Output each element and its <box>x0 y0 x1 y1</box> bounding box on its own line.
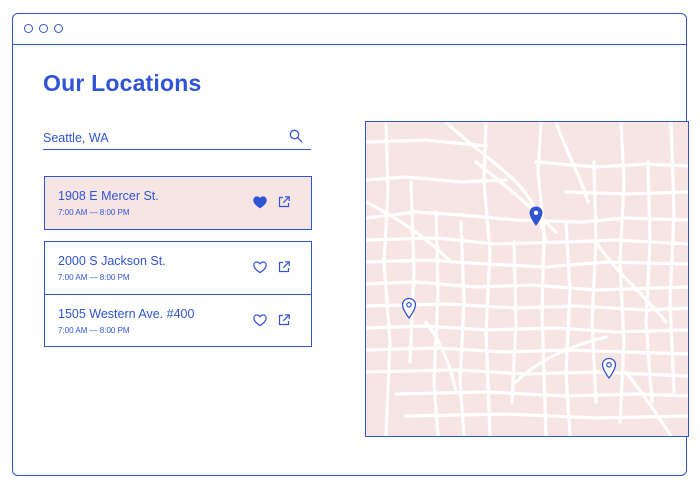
browser-window: Our Locations 1908 E Mercer St. 7:00 AM … <box>12 13 689 476</box>
location-item[interactable]: 1908 E Mercer St. 7:00 AM — 8:00 PM <box>45 177 311 229</box>
search-icon[interactable] <box>289 129 303 143</box>
location-hours: 7:00 AM — 8:00 PM <box>58 326 130 335</box>
location-hours: 7:00 AM — 8:00 PM <box>58 208 130 217</box>
map[interactable] <box>365 121 689 437</box>
external-link-icon[interactable] <box>276 259 292 275</box>
window-control-dot[interactable] <box>24 24 33 33</box>
search-bar <box>43 129 311 150</box>
window-control-dot[interactable] <box>39 24 48 33</box>
external-link-icon[interactable] <box>276 194 292 210</box>
location-hours: 7:00 AM — 8:00 PM <box>58 273 130 282</box>
heart-filled-icon[interactable] <box>252 194 268 210</box>
window-control-dot[interactable] <box>54 24 63 33</box>
location-address: 1505 Western Ave. #400 <box>58 307 195 321</box>
heart-outline-icon[interactable] <box>252 312 268 328</box>
location-item[interactable]: 2000 S Jackson St. 7:00 AM — 8:00 PM <box>45 242 311 294</box>
location-list: 2000 S Jackson St. 7:00 AM — 8:00 PM 150… <box>44 241 312 347</box>
external-link-icon[interactable] <box>276 312 292 328</box>
location-address: 1908 E Mercer St. <box>58 189 159 203</box>
location-address: 2000 S Jackson St. <box>58 254 166 268</box>
map-roads <box>366 122 688 436</box>
heart-outline-icon[interactable] <box>252 259 268 275</box>
search-input[interactable] <box>43 129 273 147</box>
window-titlebar <box>13 14 686 45</box>
location-item[interactable]: 1505 Western Ave. #400 7:00 AM — 8:00 PM <box>45 295 311 347</box>
page-title: Our Locations <box>43 70 202 96</box>
location-card-selected: 1908 E Mercer St. 7:00 AM — 8:00 PM <box>44 176 312 230</box>
